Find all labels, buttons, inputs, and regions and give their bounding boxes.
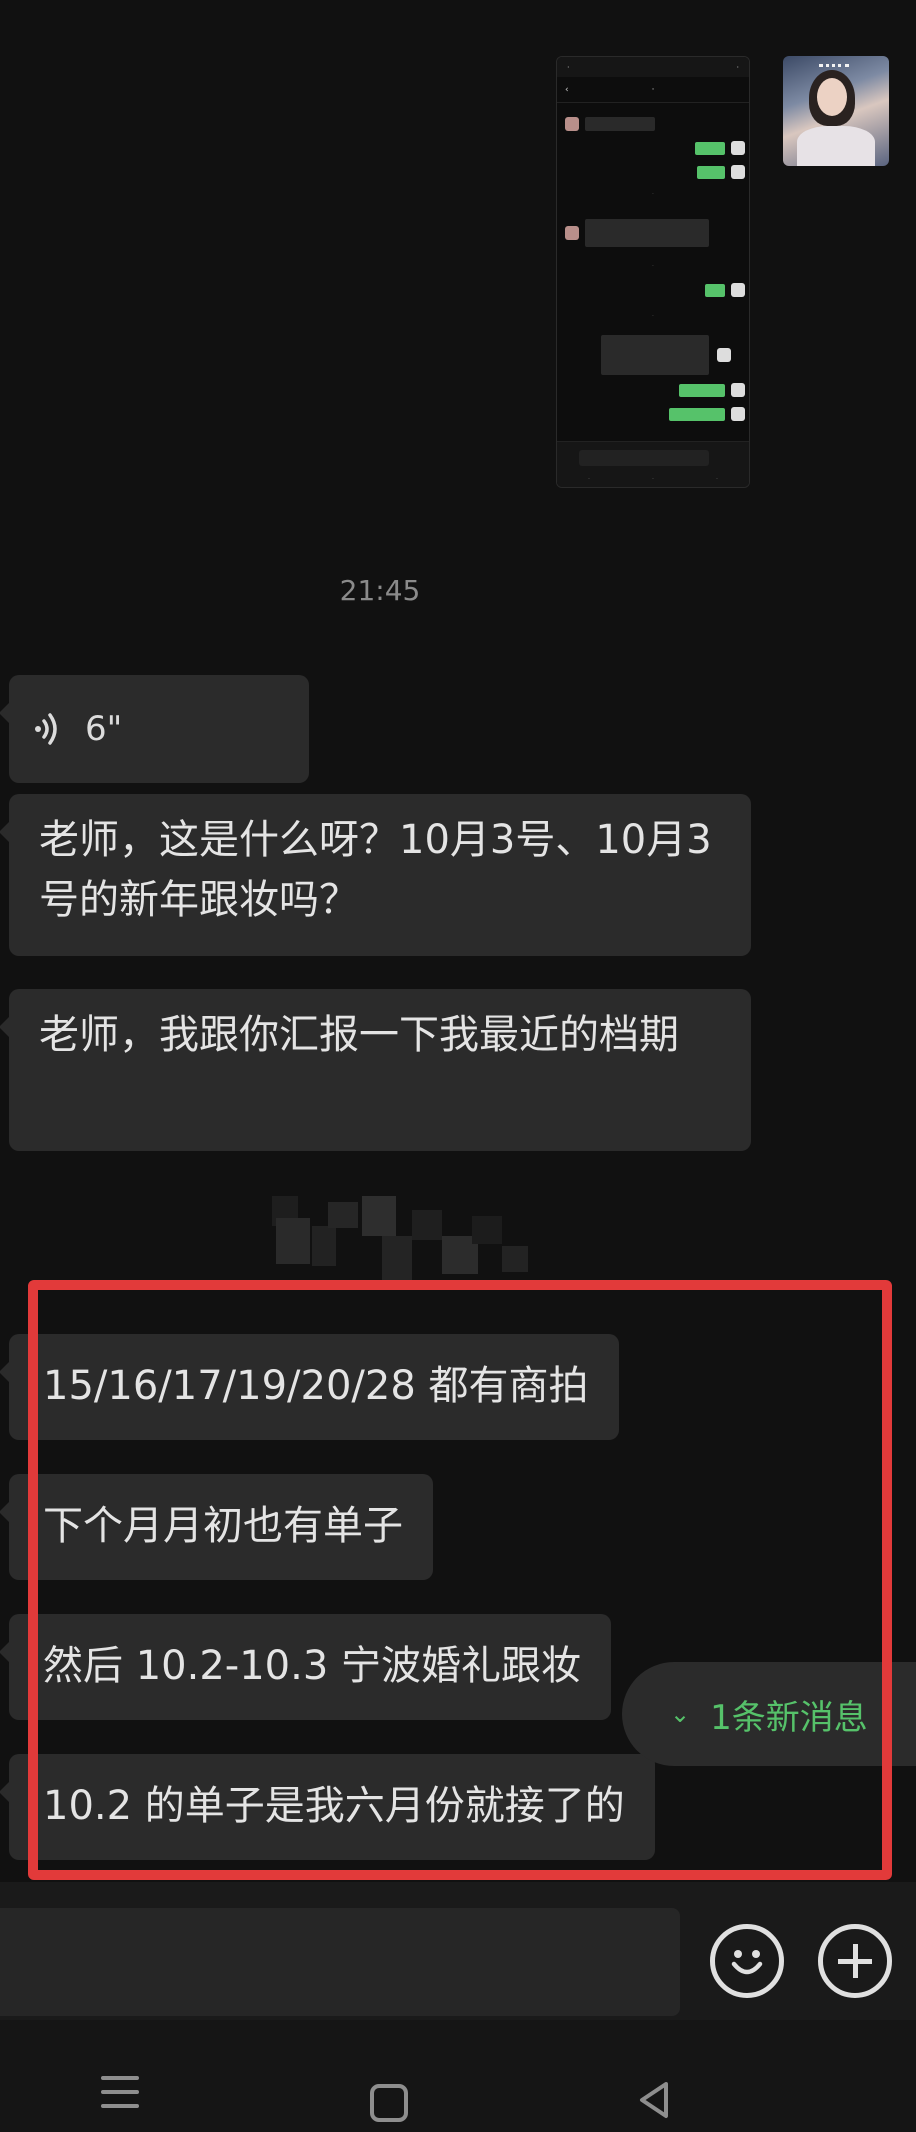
mini-input-bar: · · · [557, 441, 749, 487]
mini-status-bar: · · [557, 57, 749, 77]
mini-msg-right [695, 141, 745, 155]
mini-image-msg [601, 335, 731, 375]
double-chevron-down-icon: ⌄ [670, 1700, 691, 1728]
plus-button[interactable] [818, 1924, 892, 1998]
mini-timestamp: · [652, 263, 654, 270]
message-bubble[interactable]: 老师，我跟你汇报一下我最近的档期 [0, 989, 751, 1151]
mini-msg-left [565, 219, 709, 247]
mini-msg-left [565, 117, 655, 131]
chat-screen: · · ‹ · · · · · · · 21:45 6" 老师，这是什么呀？10月3号、… [0, 0, 916, 2132]
message-bubble[interactable]: 老师，这是什么呀？10月3号、10月3号的新年跟妆吗？ [0, 794, 751, 956]
mini-msg-right [679, 383, 745, 397]
message-bubble[interactable]: 15/16/17/19/20/28 都有商拍 [0, 1334, 619, 1440]
message-input[interactable] [0, 1908, 680, 2016]
sender-avatar[interactable] [783, 56, 889, 166]
mini-msg-right [697, 165, 745, 179]
home-icon[interactable] [370, 2084, 408, 2122]
mini-chat-header: ‹ · [557, 77, 749, 103]
emoji-icon [731, 1950, 763, 1975]
message-timestamp: 21:45 [339, 574, 421, 607]
new-message-button[interactable]: ⌄ 1条新消息 [622, 1662, 916, 1766]
emoji-button[interactable] [710, 1924, 784, 1998]
message-bubble[interactable]: 10.2 的单子是我六月份就接了的 [0, 1754, 655, 1860]
message-bubble[interactable]: 然后 10.2-10.3 宁波婚礼跟妆 [0, 1614, 611, 1720]
message-bubble[interactable]: 下个月月初也有单子 [0, 1474, 433, 1580]
mini-msg-right [669, 407, 745, 421]
voice-wave-icon [35, 713, 57, 745]
new-message-label: 1条新消息 [710, 1697, 868, 1738]
voice-duration: 6" [85, 709, 123, 749]
voice-message[interactable]: 6" [0, 675, 309, 783]
mini-msg-right [705, 283, 745, 297]
mini-timestamp: · [652, 313, 654, 320]
mini-timestamp: · [652, 191, 654, 198]
pixelated-redaction [272, 1196, 532, 1280]
menu-icon[interactable] [101, 2076, 139, 2118]
back-icon[interactable] [634, 2078, 674, 2122]
sent-screenshot-image[interactable]: · · ‹ · · · · · · · [556, 56, 750, 488]
